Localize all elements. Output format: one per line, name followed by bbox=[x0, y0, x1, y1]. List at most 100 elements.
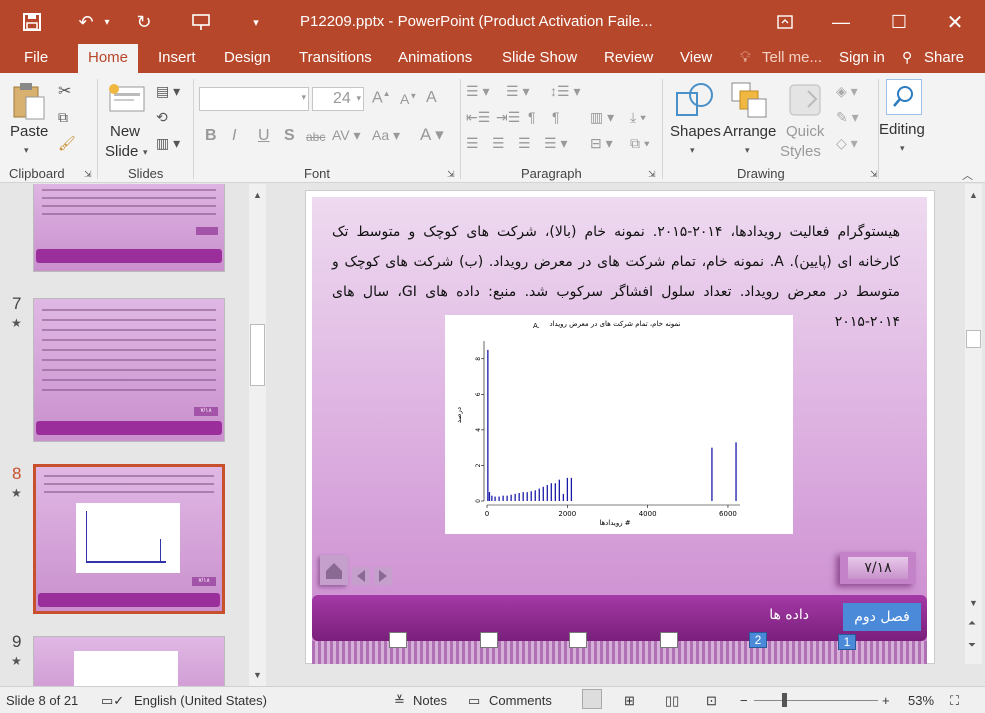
tab-review[interactable]: Review bbox=[604, 49, 653, 66]
section-label[interactable]: داده ها bbox=[769, 607, 809, 623]
font-launcher-icon[interactable]: ⇲ bbox=[447, 169, 455, 180]
tab-slide-show[interactable]: Slide Show bbox=[502, 49, 577, 66]
layout-icon[interactable]: ▤ ▾ bbox=[156, 83, 180, 100]
redo-icon[interactable]: ↻ bbox=[130, 0, 158, 44]
grow-font-icon[interactable]: A▲ bbox=[372, 89, 391, 107]
tab-animations[interactable]: Animations bbox=[398, 49, 472, 66]
fit-slide-icon[interactable]: ⛶ bbox=[950, 693, 959, 709]
zoom-slider[interactable] bbox=[754, 700, 878, 701]
slide-thumbnail-9[interactable] bbox=[33, 636, 225, 686]
align-center-icon[interactable]: ☰ bbox=[492, 135, 505, 152]
ltr-icon[interactable]: ¶ bbox=[552, 109, 560, 125]
arrange-icon[interactable] bbox=[730, 81, 768, 122]
font-color-icon[interactable]: A ▾ bbox=[420, 125, 444, 145]
tab-view[interactable]: View bbox=[680, 49, 712, 66]
strikethrough-icon[interactable]: abc bbox=[306, 130, 325, 144]
notes-button[interactable]: Notes bbox=[413, 693, 447, 708]
quick-styles-label-2[interactable]: Styles bbox=[780, 143, 821, 160]
slideshow-icon[interactable]: ⊡ bbox=[706, 693, 717, 709]
new-slide-dropdown-icon[interactable]: ▾ bbox=[143, 147, 148, 158]
arrange-dropdown-icon[interactable]: ▾ bbox=[745, 145, 750, 156]
paste-label[interactable]: Paste bbox=[10, 123, 48, 140]
italic-icon[interactable]: I bbox=[232, 127, 236, 145]
shapes-label[interactable]: Shapes bbox=[670, 123, 721, 140]
text-direction-icon[interactable]: ⤓ ▾ bbox=[630, 109, 646, 126]
new-slide-label[interactable]: New bbox=[110, 123, 140, 140]
align-right-icon[interactable]: ☰ bbox=[518, 135, 531, 152]
scroll-thumb[interactable] bbox=[250, 324, 265, 386]
spellcheck-icon[interactable]: ▭✓ bbox=[101, 693, 124, 709]
reading-view-icon[interactable]: ▯▯ bbox=[665, 693, 679, 709]
home-nav-button[interactable] bbox=[320, 555, 348, 585]
presenter-icon[interactable] bbox=[186, 0, 216, 44]
rtl-icon[interactable]: ¶ bbox=[528, 109, 536, 125]
search-icon[interactable] bbox=[886, 79, 922, 115]
decrease-indent-icon[interactable]: ⇤☰ bbox=[466, 109, 490, 126]
paste-dropdown-icon[interactable]: ▾ bbox=[24, 145, 29, 156]
slide-sorter-icon[interactable]: ⊞ bbox=[624, 693, 635, 709]
numbering-icon[interactable]: ☰ ▾ bbox=[506, 83, 529, 100]
quick-styles-label[interactable]: Quick bbox=[786, 123, 824, 140]
new-slide-icon[interactable] bbox=[108, 83, 146, 116]
bold-icon[interactable]: B bbox=[205, 127, 217, 145]
scroll-up-icon[interactable]: ▲ bbox=[969, 190, 978, 200]
maximize-icon[interactable]: ☐ bbox=[884, 0, 914, 44]
line-spacing-icon[interactable]: ↕☰ ▾ bbox=[550, 83, 580, 100]
format-painter-icon[interactable]: 🖌︎ bbox=[58, 135, 76, 152]
columns-icon[interactable]: ▥ ▾ bbox=[590, 109, 614, 126]
tab-transitions[interactable]: Transitions bbox=[299, 49, 372, 66]
justify-icon[interactable]: ☰ ▾ bbox=[544, 135, 567, 152]
smartart-icon[interactable]: ⧉ ▾ bbox=[630, 135, 650, 152]
comments-icon[interactable]: ▭ bbox=[468, 693, 480, 709]
undo-icon[interactable]: ↶ bbox=[72, 0, 100, 44]
tab-home[interactable]: Home bbox=[78, 44, 139, 73]
language[interactable]: English (United States) bbox=[134, 693, 267, 708]
copy-icon[interactable]: ⧉ bbox=[58, 109, 68, 126]
slide-thumbnail-6[interactable] bbox=[33, 184, 225, 272]
slide-thumbnail-8[interactable]: ۷/۱۸ bbox=[33, 464, 225, 614]
share-button[interactable]: Share bbox=[924, 49, 964, 66]
editor-scrollbar[interactable]: ▲ ▼ ⏶ ⏷ bbox=[965, 184, 982, 664]
increase-indent-icon[interactable]: ⇥☰ bbox=[496, 109, 520, 126]
arrange-label[interactable]: Arrange bbox=[723, 123, 776, 140]
comments-button[interactable]: Comments bbox=[489, 693, 552, 708]
shape-effects-icon[interactable]: ◇ ▾ bbox=[836, 135, 858, 152]
slide-thumbnail-7[interactable]: ۷/۱۸ bbox=[33, 298, 225, 442]
zoom-in-icon[interactable]: + bbox=[882, 693, 890, 708]
shape-fill-icon[interactable]: ◈ ▾ bbox=[836, 83, 858, 100]
clear-format-icon[interactable]: A bbox=[426, 89, 437, 107]
change-case-icon[interactable]: Aa ▾ bbox=[372, 127, 400, 144]
prev-slide-icon[interactable]: ⏶ bbox=[968, 618, 976, 629]
sign-in-link[interactable]: Sign in bbox=[839, 49, 885, 66]
nav-square-2[interactable]: 2 bbox=[749, 632, 767, 648]
thumbnail-scrollbar[interactable]: ▲ ▼ bbox=[249, 184, 266, 686]
clipboard-launcher-icon[interactable]: ⇲ bbox=[84, 169, 92, 180]
nav-square[interactable] bbox=[660, 632, 678, 648]
section-icon[interactable]: ▥ ▾ bbox=[156, 135, 180, 152]
scroll-down-icon[interactable]: ▼ bbox=[253, 670, 262, 680]
customize-qat-icon[interactable]: ▾ bbox=[248, 0, 264, 44]
nav-square[interactable] bbox=[389, 632, 407, 648]
next-slide-icon[interactable]: ⏷ bbox=[968, 640, 976, 651]
underline-icon[interactable]: U bbox=[258, 127, 270, 145]
tab-design[interactable]: Design bbox=[224, 49, 271, 66]
tab-insert[interactable]: Insert bbox=[158, 49, 196, 66]
chapter-label[interactable]: فصل دوم bbox=[843, 603, 921, 631]
normal-view-icon[interactable] bbox=[582, 689, 602, 709]
nav-square[interactable] bbox=[480, 632, 498, 648]
nav-square-1[interactable]: 1 bbox=[838, 634, 856, 650]
prev-nav-button[interactable] bbox=[352, 567, 370, 585]
ribbon-display-icon[interactable] bbox=[770, 0, 800, 44]
undo-dropdown-icon[interactable]: ▾ bbox=[100, 0, 114, 44]
paragraph-launcher-icon[interactable]: ⇲ bbox=[648, 169, 656, 180]
save-icon[interactable] bbox=[18, 0, 46, 44]
close-icon[interactable]: ✕ bbox=[940, 0, 970, 44]
tell-me-box[interactable]: Tell me... bbox=[762, 49, 822, 66]
collapse-ribbon-icon[interactable]: ︿ bbox=[962, 167, 973, 183]
new-slide-label-2[interactable]: Slide bbox=[105, 143, 138, 160]
cut-icon[interactable]: ✂ bbox=[58, 81, 71, 101]
scroll-thumb[interactable] bbox=[966, 330, 981, 348]
minimize-icon[interactable]: — bbox=[826, 0, 856, 44]
paste-icon[interactable] bbox=[12, 81, 46, 124]
scroll-up-icon[interactable]: ▲ bbox=[253, 190, 262, 200]
